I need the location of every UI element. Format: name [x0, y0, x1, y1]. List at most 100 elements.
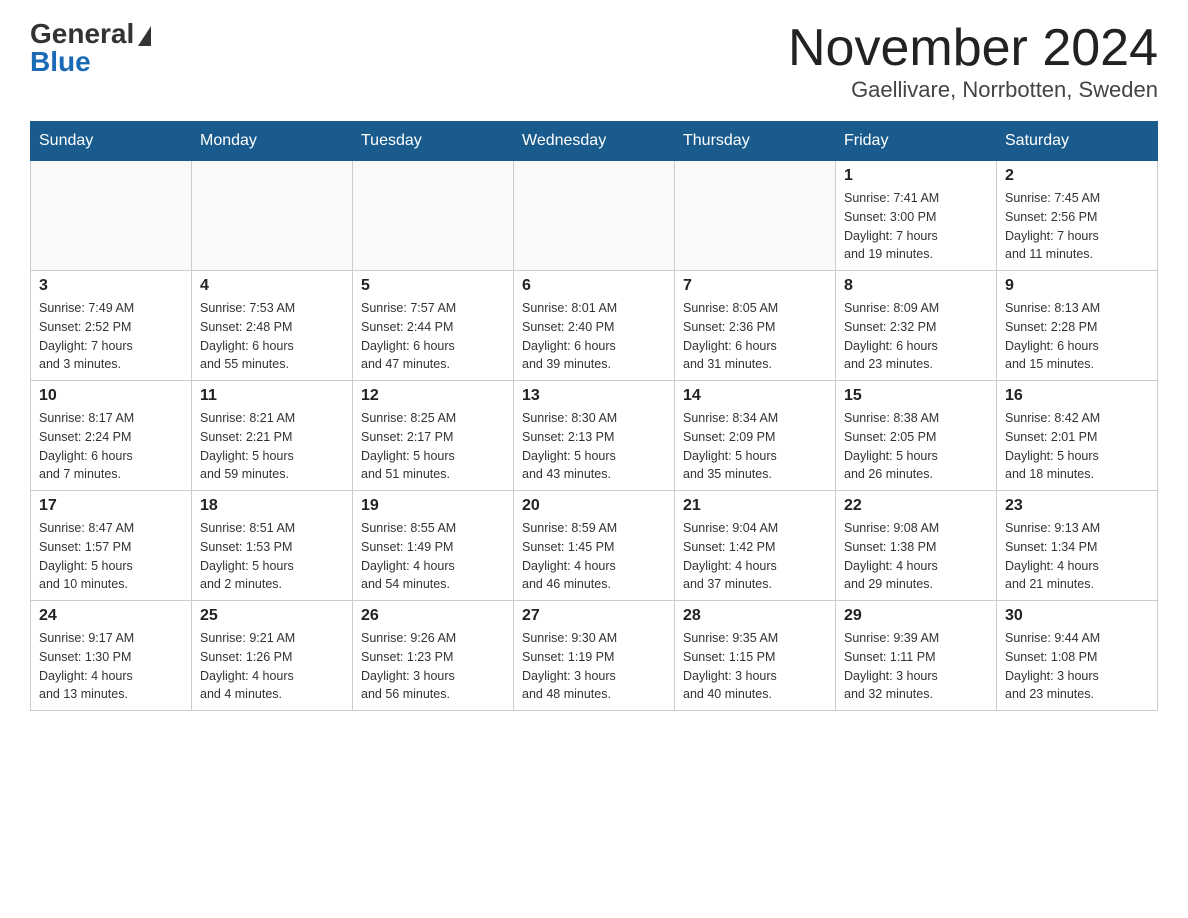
calendar-cell: 22 Sunrise: 9:08 AMSunset: 1:38 PMDayligh…: [836, 491, 997, 601]
day-number: 20: [522, 497, 666, 515]
page-title: November 2024: [788, 20, 1158, 77]
day-number: 21: [683, 497, 827, 515]
day-number: 28: [683, 607, 827, 625]
weekday-header-wednesday: Wednesday: [514, 122, 675, 161]
day-number: 14: [683, 387, 827, 405]
day-detail: Sunrise: 8:30 AMSunset: 2:13 PMDaylight:…: [522, 409, 666, 484]
weekday-header-sunday: Sunday: [31, 122, 192, 161]
day-detail: Sunrise: 9:21 AMSunset: 1:26 PMDaylight:…: [200, 629, 344, 704]
logo-blue: Blue: [30, 48, 91, 76]
calendar-cell: 15 Sunrise: 8:38 AMSunset: 2:05 PMDayligh…: [836, 381, 997, 491]
day-detail: Sunrise: 8:38 AMSunset: 2:05 PMDaylight:…: [844, 409, 988, 484]
day-detail: Sunrise: 7:41 AMSunset: 3:00 PMDaylight:…: [844, 189, 988, 264]
calendar-cell: 10Sunrise: 8:17 AMSunset: 2:24 PMDayligh…: [31, 381, 192, 491]
day-detail: Sunrise: 9:08 AMSunset: 1:38 PMDaylight:…: [844, 519, 988, 594]
day-detail: Sunrise: 8:25 AMSunset: 2:17 PMDaylight:…: [361, 409, 505, 484]
day-number: 26: [361, 607, 505, 625]
weekday-header-thursday: Thursday: [675, 122, 836, 161]
day-number: 30: [1005, 607, 1149, 625]
title-block: November 2024 Gaellivare, Norrbotten, Sw…: [788, 20, 1158, 103]
day-number: 3: [39, 277, 183, 295]
day-detail: Sunrise: 7:53 AMSunset: 2:48 PMDaylight:…: [200, 299, 344, 374]
calendar-cell: 3 Sunrise: 7:49 AMSunset: 2:52 PMDaylight…: [31, 271, 192, 381]
day-detail: Sunrise: 7:57 AMSunset: 2:44 PMDaylight:…: [361, 299, 505, 374]
calendar-cell: 29Sunrise: 9:39 AMSunset: 1:11 PMDayligh…: [836, 601, 997, 711]
day-detail: Sunrise: 8:51 AMSunset: 1:53 PMDaylight:…: [200, 519, 344, 594]
calendar-cell: 18 Sunrise: 8:51 AMSunset: 1:53 PMDayligh…: [192, 491, 353, 601]
calendar-week-3: 10Sunrise: 8:17 AMSunset: 2:24 PMDayligh…: [31, 381, 1158, 491]
calendar-week-4: 17Sunrise: 8:47 AMSunset: 1:57 PMDayligh…: [31, 491, 1158, 601]
day-detail: Sunrise: 8:42 AMSunset: 2:01 PMDaylight:…: [1005, 409, 1149, 484]
calendar-cell: 16 Sunrise: 8:42 AMSunset: 2:01 PMDayligh…: [997, 381, 1158, 491]
day-number: 19: [361, 497, 505, 515]
day-detail: Sunrise: 9:17 AMSunset: 1:30 PMDaylight:…: [39, 629, 183, 704]
day-detail: Sunrise: 8:55 AMSunset: 1:49 PMDaylight:…: [361, 519, 505, 594]
calendar-cell: [31, 161, 192, 271]
calendar-cell: 2Sunrise: 7:45 AMSunset: 2:56 PMDaylight…: [997, 161, 1158, 271]
calendar-cell: 20 Sunrise: 8:59 AMSunset: 1:45 PMDayligh…: [514, 491, 675, 601]
day-number: 27: [522, 607, 666, 625]
day-detail: Sunrise: 9:26 AMSunset: 1:23 PMDaylight:…: [361, 629, 505, 704]
calendar-cell: 24 Sunrise: 9:17 AMSunset: 1:30 PMDayligh…: [31, 601, 192, 711]
calendar-cell: 9Sunrise: 8:13 AMSunset: 2:28 PMDaylight…: [997, 271, 1158, 381]
page-subtitle: Gaellivare, Norrbotten, Sweden: [788, 77, 1158, 103]
calendar-cell: [353, 161, 514, 271]
day-number: 10: [39, 387, 183, 405]
day-number: 6: [522, 277, 666, 295]
day-detail: Sunrise: 9:44 AMSunset: 1:08 PMDaylight:…: [1005, 629, 1149, 704]
day-number: 2: [1005, 167, 1149, 185]
calendar-cell: 30 Sunrise: 9:44 AMSunset: 1:08 PMDayligh…: [997, 601, 1158, 711]
day-detail: Sunrise: 9:35 AMSunset: 1:15 PMDaylight:…: [683, 629, 827, 704]
calendar-body: 1 Sunrise: 7:41 AMSunset: 3:00 PMDaylight…: [31, 161, 1158, 711]
day-number: 11: [200, 387, 344, 405]
day-number: 7: [683, 277, 827, 295]
day-detail: Sunrise: 8:01 AMSunset: 2:40 PMDaylight:…: [522, 299, 666, 374]
day-number: 15: [844, 387, 988, 405]
weekday-header-monday: Monday: [192, 122, 353, 161]
day-detail: Sunrise: 9:13 AMSunset: 1:34 PMDaylight:…: [1005, 519, 1149, 594]
day-detail: Sunrise: 8:21 AMSunset: 2:21 PMDaylight:…: [200, 409, 344, 484]
day-number: 24: [39, 607, 183, 625]
day-number: 4: [200, 277, 344, 295]
calendar-cell: 27Sunrise: 9:30 AMSunset: 1:19 PMDayligh…: [514, 601, 675, 711]
weekday-header-friday: Friday: [836, 122, 997, 161]
calendar-cell: [675, 161, 836, 271]
page-header: General Blue November 2024 Gaellivare, N…: [30, 20, 1158, 103]
day-number: 13: [522, 387, 666, 405]
calendar-cell: 5 Sunrise: 7:57 AMSunset: 2:44 PMDaylight…: [353, 271, 514, 381]
day-number: 18: [200, 497, 344, 515]
calendar-cell: 19 Sunrise: 8:55 AMSunset: 1:49 PMDayligh…: [353, 491, 514, 601]
calendar-cell: [514, 161, 675, 271]
weekday-header-row: SundayMondayTuesdayWednesdayThursdayFrid…: [31, 122, 1158, 161]
calendar-cell: 4 Sunrise: 7:53 AMSunset: 2:48 PMDaylight…: [192, 271, 353, 381]
day-number: 1: [844, 167, 988, 185]
calendar-cell: 17Sunrise: 8:47 AMSunset: 1:57 PMDayligh…: [31, 491, 192, 601]
day-detail: Sunrise: 9:04 AMSunset: 1:42 PMDaylight:…: [683, 519, 827, 594]
day-number: 5: [361, 277, 505, 295]
day-detail: Sunrise: 7:49 AMSunset: 2:52 PMDaylight:…: [39, 299, 183, 374]
day-number: 22: [844, 497, 988, 515]
calendar-cell: 6 Sunrise: 8:01 AMSunset: 2:40 PMDaylight…: [514, 271, 675, 381]
day-detail: Sunrise: 8:05 AMSunset: 2:36 PMDaylight:…: [683, 299, 827, 374]
day-number: 16: [1005, 387, 1149, 405]
weekday-header-tuesday: Tuesday: [353, 122, 514, 161]
calendar-cell: 21 Sunrise: 9:04 AMSunset: 1:42 PMDayligh…: [675, 491, 836, 601]
calendar-week-2: 3 Sunrise: 7:49 AMSunset: 2:52 PMDaylight…: [31, 271, 1158, 381]
day-number: 25: [200, 607, 344, 625]
day-detail: Sunrise: 8:59 AMSunset: 1:45 PMDaylight:…: [522, 519, 666, 594]
calendar-cell: 25 Sunrise: 9:21 AMSunset: 1:26 PMDayligh…: [192, 601, 353, 711]
logo-general: General: [30, 20, 134, 48]
day-detail: Sunrise: 8:09 AMSunset: 2:32 PMDaylight:…: [844, 299, 988, 374]
day-number: 17: [39, 497, 183, 515]
calendar-cell: [192, 161, 353, 271]
day-detail: Sunrise: 8:34 AMSunset: 2:09 PMDaylight:…: [683, 409, 827, 484]
day-number: 23: [1005, 497, 1149, 515]
calendar-cell: 7 Sunrise: 8:05 AMSunset: 2:36 PMDaylight…: [675, 271, 836, 381]
day-detail: Sunrise: 9:39 AMSunset: 1:11 PMDaylight:…: [844, 629, 988, 704]
calendar-week-5: 24 Sunrise: 9:17 AMSunset: 1:30 PMDayligh…: [31, 601, 1158, 711]
calendar-cell: 14 Sunrise: 8:34 AMSunset: 2:09 PMDayligh…: [675, 381, 836, 491]
day-number: 12: [361, 387, 505, 405]
day-number: 9: [1005, 277, 1149, 295]
calendar-cell: 26 Sunrise: 9:26 AMSunset: 1:23 PMDayligh…: [353, 601, 514, 711]
calendar-header: SundayMondayTuesdayWednesdayThursdayFrid…: [31, 122, 1158, 161]
